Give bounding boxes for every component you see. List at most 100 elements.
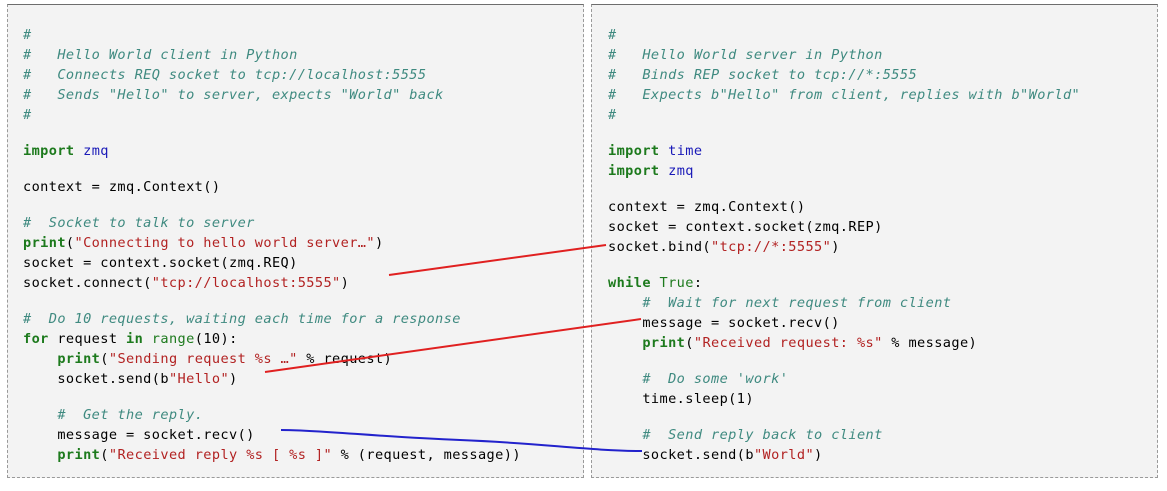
client-code-line: print("Connecting to hello world server…… [23, 233, 521, 253]
server-code-line [608, 181, 1080, 197]
client-code-token: # Hello World client in Python [23, 47, 298, 63]
server-code-token: print [642, 335, 686, 351]
server-code-token [660, 143, 669, 159]
server-code-line: # [608, 105, 1080, 125]
client-code-line: socket.connect("tcp://localhost:5555") [23, 273, 521, 293]
server-code-line: # Wait for next request from client [608, 293, 1080, 313]
server-code-token: # Hello World server in Python [608, 47, 883, 63]
server-code-token: import [608, 163, 660, 179]
server-code-token: socket = context.socket(zmq.REP) [608, 219, 883, 235]
server-code-line: context = zmq.Context() [608, 197, 1080, 217]
server-code-token [660, 163, 669, 179]
client-code-block: # # Hello World client in Python # Connect… [23, 25, 521, 465]
client-code-line: context = zmq.Context() [23, 177, 521, 197]
server-code-line: # Hello World server in Python [608, 45, 1080, 65]
server-code-line [608, 125, 1080, 141]
server-code-line: socket.bind("tcp://*:5555") [608, 237, 1080, 257]
client-code-line: # [23, 105, 521, 125]
client-code-line: # Hello World client in Python [23, 45, 521, 65]
server-code-line: import time [608, 141, 1080, 161]
client-code-token: "Sending request %s …" [108, 351, 298, 367]
client-code-token: zmq [83, 143, 109, 159]
server-code-line: # Expects b"Hello" from client, replies … [608, 85, 1080, 105]
server-code-line: import zmq [608, 161, 1080, 181]
server-code-token: # [608, 27, 617, 43]
server-code-line: # [608, 25, 1080, 45]
client-code-panel: # # Hello World client in Python # Connect… [7, 4, 584, 478]
client-code-token [143, 331, 152, 347]
client-code-token: socket = context.socket(zmq.REQ) [23, 255, 298, 271]
server-code-token: # Wait for next request from client [642, 295, 952, 311]
client-code-token: # Sends "Hello" to server, expects "Worl… [23, 87, 444, 103]
client-code-token: # [23, 27, 32, 43]
client-code-line [23, 125, 521, 141]
client-code-line: # Connects REQ socket to tcp://localhost… [23, 65, 521, 85]
server-code-token: ) [745, 391, 754, 407]
client-code-token: context = zmq.Context() [23, 179, 221, 195]
client-code-token: ) [340, 275, 350, 291]
server-code-token: % message) [882, 335, 978, 351]
server-code-token [608, 371, 642, 387]
server-code-token: # Expects b"Hello" from client, replies … [608, 87, 1081, 103]
client-code-line [23, 389, 521, 405]
server-code-token: context = zmq.Context() [608, 199, 806, 215]
server-code-token: # Send reply back to client [642, 427, 883, 443]
server-code-token [608, 427, 642, 443]
client-code-token: ) [229, 371, 238, 387]
server-code-line: socket.send(b"World") [608, 445, 1080, 465]
client-code-line: # Get the reply. [23, 405, 521, 425]
client-code-line: print("Received reply %s [ %s ]" % (requ… [23, 445, 521, 465]
client-code-line: for request in range(10): [23, 329, 521, 349]
client-code-line [23, 161, 521, 177]
client-code-token: 10 [203, 331, 221, 347]
client-code-token: # Get the reply. [57, 407, 204, 423]
server-code-block: # # Hello World server in Python # Binds R… [608, 25, 1080, 465]
client-code-line [23, 293, 521, 309]
server-code-line: message = socket.recv() [608, 313, 1080, 333]
server-code-token: : [693, 275, 703, 291]
client-code-token: "Hello" [168, 371, 230, 387]
client-code-token: message = socket.recv() [23, 427, 255, 443]
server-code-token: ) [831, 239, 840, 255]
client-code-line: socket.send(b"Hello") [23, 369, 521, 389]
client-code-line: # [23, 25, 521, 45]
server-code-line: time.sleep(1) [608, 389, 1080, 409]
client-code-line: import zmq [23, 141, 521, 161]
client-code-token [75, 143, 84, 159]
server-code-panel: # # Hello World server in Python # Binds R… [591, 4, 1158, 478]
client-code-token: range [151, 331, 195, 347]
server-code-token [608, 295, 642, 311]
server-code-line: socket = context.socket(zmq.REP) [608, 217, 1080, 237]
server-code-line [608, 353, 1080, 369]
server-code-token: socket.send(b [608, 447, 754, 463]
server-code-line: # Send reply back to client [608, 425, 1080, 445]
client-code-token: print [57, 447, 101, 463]
server-code-line [608, 409, 1080, 425]
server-code-token [651, 275, 660, 291]
client-code-line [23, 197, 521, 213]
client-code-token: ( [100, 447, 109, 463]
client-code-token: # Do 10 requests, waiting each time for … [23, 311, 461, 327]
server-code-token [608, 335, 642, 351]
server-code-token: time [668, 143, 703, 159]
server-code-line: # Binds REP socket to tcp://*:5555 [608, 65, 1080, 85]
server-code-token: True [659, 275, 694, 291]
client-code-token: print [23, 235, 66, 251]
client-code-token: import [23, 143, 75, 159]
client-code-token: # Connects REQ socket to tcp://localhost… [23, 67, 427, 83]
client-code-token [23, 447, 57, 463]
server-code-line: # Do some 'work' [608, 369, 1080, 389]
client-code-token: # Socket to talk to server [23, 215, 255, 231]
server-code-line: while True: [608, 273, 1080, 293]
client-code-token: "tcp://localhost:5555" [151, 275, 341, 291]
client-code-line: # Socket to talk to server [23, 213, 521, 233]
client-code-token: socket.send(b [23, 371, 169, 387]
client-code-token: % request) [297, 351, 393, 367]
server-code-token: "Received request: %s" [693, 335, 883, 351]
client-code-token: # [23, 107, 32, 123]
client-code-token: in [126, 331, 144, 347]
client-code-token: print [57, 351, 101, 367]
server-code-token: ) [814, 447, 823, 463]
client-code-token: socket.connect( [23, 275, 152, 291]
client-code-line: # Sends "Hello" to server, expects "Worl… [23, 85, 521, 105]
